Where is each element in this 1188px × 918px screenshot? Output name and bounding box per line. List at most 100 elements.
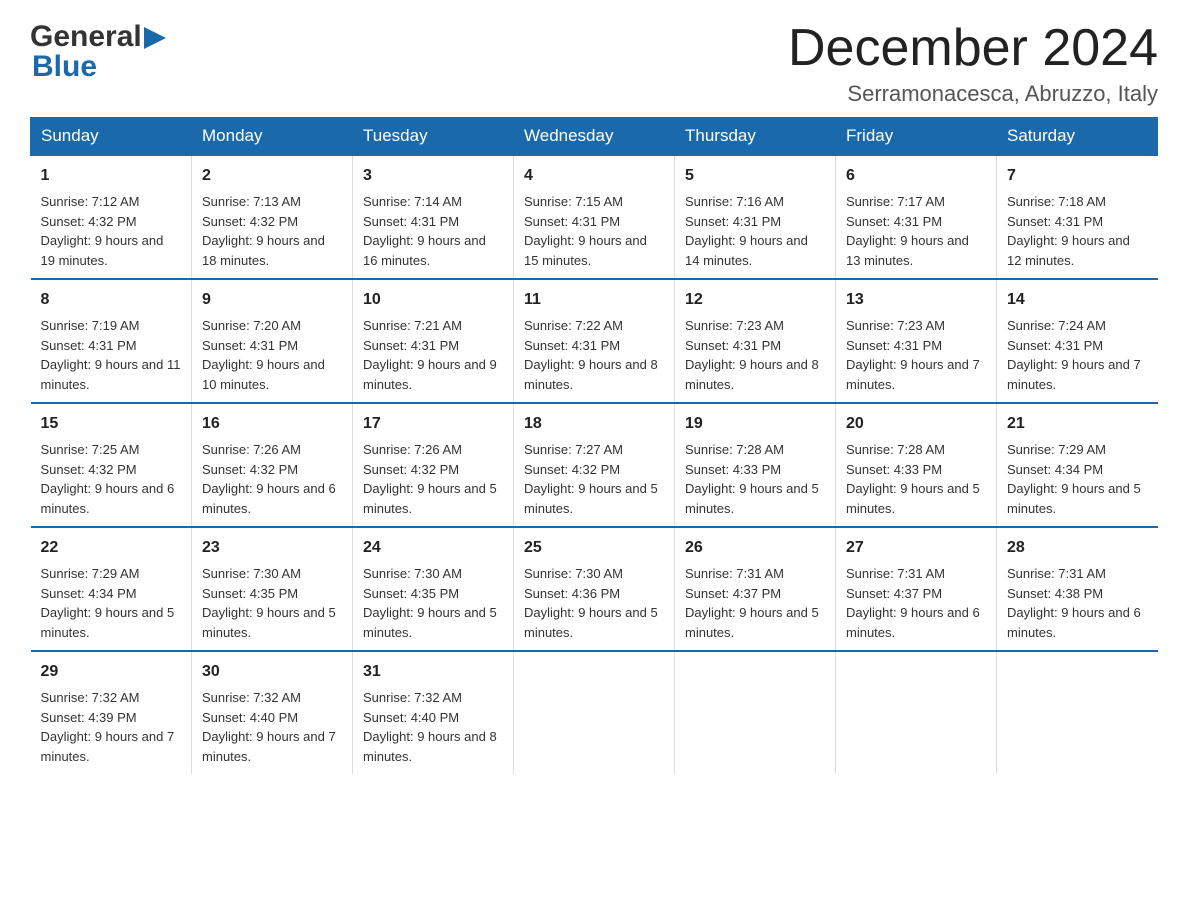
day-number: 13 <box>846 288 986 312</box>
calendar-week-row: 1 Sunrise: 7:12 AMSunset: 4:32 PMDaylight… <box>31 155 1158 279</box>
day-info: Sunrise: 7:16 AMSunset: 4:31 PMDaylight:… <box>685 194 808 268</box>
day-number: 7 <box>1007 164 1148 188</box>
day-number: 11 <box>524 288 664 312</box>
day-info: Sunrise: 7:23 AMSunset: 4:31 PMDaylight:… <box>685 318 819 392</box>
calendar-cell <box>514 651 675 774</box>
day-info: Sunrise: 7:30 AMSunset: 4:35 PMDaylight:… <box>363 566 497 640</box>
weekday-header-saturday: Saturday <box>997 118 1158 156</box>
calendar-cell: 8 Sunrise: 7:19 AMSunset: 4:31 PMDaylight… <box>31 279 192 403</box>
calendar-cell: 9Sunrise: 7:20 AMSunset: 4:31 PMDaylight… <box>192 279 353 403</box>
day-info: Sunrise: 7:22 AMSunset: 4:31 PMDaylight:… <box>524 318 658 392</box>
calendar-cell: 31 Sunrise: 7:32 AMSunset: 4:40 PMDayligh… <box>353 651 514 774</box>
day-number: 5 <box>685 164 825 188</box>
calendar-cell: 23Sunrise: 7:30 AMSunset: 4:35 PMDayligh… <box>192 527 353 651</box>
day-number: 24 <box>363 536 503 560</box>
calendar-cell: 2 Sunrise: 7:13 AMSunset: 4:32 PMDaylight… <box>192 155 353 279</box>
day-info: Sunrise: 7:30 AMSunset: 4:35 PMDaylight:… <box>202 566 336 640</box>
calendar-cell <box>836 651 997 774</box>
calendar-cell: 24 Sunrise: 7:30 AMSunset: 4:35 PMDayligh… <box>353 527 514 651</box>
calendar-cell: 17 Sunrise: 7:26 AMSunset: 4:32 PMDayligh… <box>353 403 514 527</box>
day-info: Sunrise: 7:24 AMSunset: 4:31 PMDaylight:… <box>1007 318 1141 392</box>
day-number: 18 <box>524 412 664 436</box>
day-number: 19 <box>685 412 825 436</box>
calendar-cell: 6Sunrise: 7:17 AMSunset: 4:31 PMDaylight… <box>836 155 997 279</box>
logo-arrow-icon <box>144 27 166 49</box>
weekday-header-tuesday: Tuesday <box>353 118 514 156</box>
day-info: Sunrise: 7:19 AMSunset: 4:31 PMDaylight:… <box>41 318 181 392</box>
calendar-week-row: 15 Sunrise: 7:25 AMSunset: 4:32 PMDayligh… <box>31 403 1158 527</box>
calendar-cell: 27Sunrise: 7:31 AMSunset: 4:37 PMDayligh… <box>836 527 997 651</box>
calendar-body: 1 Sunrise: 7:12 AMSunset: 4:32 PMDaylight… <box>31 155 1158 774</box>
page-header: General Blue December 2024 Serramonacesc… <box>30 20 1158 107</box>
day-info: Sunrise: 7:28 AMSunset: 4:33 PMDaylight:… <box>685 442 819 516</box>
day-number: 16 <box>202 412 342 436</box>
calendar-cell: 28 Sunrise: 7:31 AMSunset: 4:38 PMDayligh… <box>997 527 1158 651</box>
calendar-cell: 13Sunrise: 7:23 AMSunset: 4:31 PMDayligh… <box>836 279 997 403</box>
day-info: Sunrise: 7:26 AMSunset: 4:32 PMDaylight:… <box>363 442 497 516</box>
day-info: Sunrise: 7:17 AMSunset: 4:31 PMDaylight:… <box>846 194 969 268</box>
day-info: Sunrise: 7:18 AMSunset: 4:31 PMDaylight:… <box>1007 194 1130 268</box>
day-number: 2 <box>202 164 342 188</box>
calendar-cell: 5 Sunrise: 7:16 AMSunset: 4:31 PMDaylight… <box>675 155 836 279</box>
calendar-cell: 26Sunrise: 7:31 AMSunset: 4:37 PMDayligh… <box>675 527 836 651</box>
day-number: 3 <box>363 164 503 188</box>
weekday-header-sunday: Sunday <box>31 118 192 156</box>
day-number: 20 <box>846 412 986 436</box>
logo-general: General <box>30 20 142 54</box>
calendar-cell: 1 Sunrise: 7:12 AMSunset: 4:32 PMDaylight… <box>31 155 192 279</box>
day-info: Sunrise: 7:25 AMSunset: 4:32 PMDaylight:… <box>41 442 175 516</box>
calendar-cell: 19 Sunrise: 7:28 AMSunset: 4:33 PMDayligh… <box>675 403 836 527</box>
calendar-cell <box>997 651 1158 774</box>
calendar-header: SundayMondayTuesdayWednesdayThursdayFrid… <box>31 118 1158 156</box>
day-info: Sunrise: 7:30 AMSunset: 4:36 PMDaylight:… <box>524 566 658 640</box>
day-info: Sunrise: 7:12 AMSunset: 4:32 PMDaylight:… <box>41 194 164 268</box>
day-info: Sunrise: 7:13 AMSunset: 4:32 PMDaylight:… <box>202 194 325 268</box>
day-number: 30 <box>202 660 342 684</box>
logo: General Blue <box>30 20 166 84</box>
day-number: 31 <box>363 660 503 684</box>
calendar-cell: 22 Sunrise: 7:29 AMSunset: 4:34 PMDayligh… <box>31 527 192 651</box>
day-info: Sunrise: 7:27 AMSunset: 4:32 PMDaylight:… <box>524 442 658 516</box>
day-number: 14 <box>1007 288 1148 312</box>
page-subtitle: Serramonacesca, Abruzzo, Italy <box>788 81 1158 107</box>
day-number: 21 <box>1007 412 1148 436</box>
day-number: 9 <box>202 288 342 312</box>
calendar-cell <box>675 651 836 774</box>
day-info: Sunrise: 7:29 AMSunset: 4:34 PMDaylight:… <box>41 566 175 640</box>
calendar-cell: 12 Sunrise: 7:23 AMSunset: 4:31 PMDayligh… <box>675 279 836 403</box>
day-number: 28 <box>1007 536 1148 560</box>
day-number: 10 <box>363 288 503 312</box>
calendar-week-row: 29 Sunrise: 7:32 AMSunset: 4:39 PMDayligh… <box>31 651 1158 774</box>
day-number: 17 <box>363 412 503 436</box>
calendar-cell: 15 Sunrise: 7:25 AMSunset: 4:32 PMDayligh… <box>31 403 192 527</box>
day-number: 12 <box>685 288 825 312</box>
calendar-week-row: 8 Sunrise: 7:19 AMSunset: 4:31 PMDaylight… <box>31 279 1158 403</box>
calendar-cell: 14 Sunrise: 7:24 AMSunset: 4:31 PMDayligh… <box>997 279 1158 403</box>
calendar-table: SundayMondayTuesdayWednesdayThursdayFrid… <box>30 117 1158 774</box>
day-number: 29 <box>41 660 182 684</box>
day-info: Sunrise: 7:32 AMSunset: 4:40 PMDaylight:… <box>202 690 336 764</box>
weekday-header-friday: Friday <box>836 118 997 156</box>
logo-blue: Blue <box>30 50 97 84</box>
title-block: December 2024 Serramonacesca, Abruzzo, I… <box>788 20 1158 107</box>
day-info: Sunrise: 7:31 AMSunset: 4:37 PMDaylight:… <box>846 566 980 640</box>
page-title: December 2024 <box>788 20 1158 77</box>
day-info: Sunrise: 7:28 AMSunset: 4:33 PMDaylight:… <box>846 442 980 516</box>
day-number: 15 <box>41 412 182 436</box>
calendar-cell: 29 Sunrise: 7:32 AMSunset: 4:39 PMDayligh… <box>31 651 192 774</box>
calendar-cell: 18 Sunrise: 7:27 AMSunset: 4:32 PMDayligh… <box>514 403 675 527</box>
day-number: 1 <box>41 164 182 188</box>
day-info: Sunrise: 7:29 AMSunset: 4:34 PMDaylight:… <box>1007 442 1141 516</box>
day-info: Sunrise: 7:31 AMSunset: 4:38 PMDaylight:… <box>1007 566 1141 640</box>
day-number: 22 <box>41 536 182 560</box>
day-info: Sunrise: 7:15 AMSunset: 4:31 PMDaylight:… <box>524 194 647 268</box>
day-info: Sunrise: 7:26 AMSunset: 4:32 PMDaylight:… <box>202 442 336 516</box>
day-number: 8 <box>41 288 182 312</box>
calendar-cell: 7 Sunrise: 7:18 AMSunset: 4:31 PMDaylight… <box>997 155 1158 279</box>
day-info: Sunrise: 7:32 AMSunset: 4:40 PMDaylight:… <box>363 690 497 764</box>
calendar-cell: 4Sunrise: 7:15 AMSunset: 4:31 PMDaylight… <box>514 155 675 279</box>
day-info: Sunrise: 7:32 AMSunset: 4:39 PMDaylight:… <box>41 690 175 764</box>
calendar-cell: 20 Sunrise: 7:28 AMSunset: 4:33 PMDayligh… <box>836 403 997 527</box>
day-info: Sunrise: 7:31 AMSunset: 4:37 PMDaylight:… <box>685 566 819 640</box>
calendar-cell: 21 Sunrise: 7:29 AMSunset: 4:34 PMDayligh… <box>997 403 1158 527</box>
